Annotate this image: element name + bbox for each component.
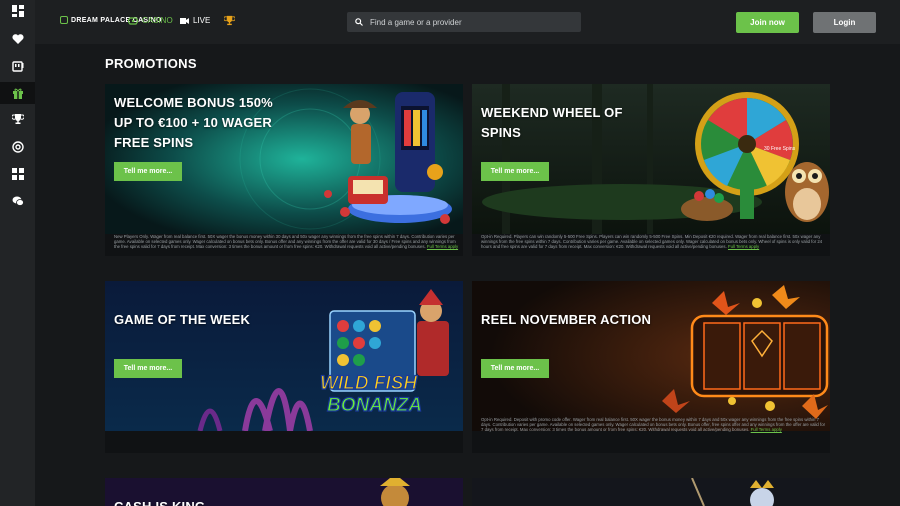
promo-title: WEEKEND WHEEL OF SPINS — [481, 103, 623, 143]
logo-mark-icon — [60, 16, 68, 24]
sidebar-item-categories[interactable] — [0, 163, 35, 185]
live-camera-icon — [180, 17, 189, 24]
grid-icon — [11, 168, 24, 180]
sidebar-item-roulette[interactable] — [0, 136, 35, 158]
promo-title-line: SPINS — [481, 125, 522, 140]
trophy-icon — [11, 114, 24, 124]
terms-text: Opt-in Required. Players can win randoml… — [481, 234, 823, 249]
promo-card-weekend-wheel[interactable]: 30 Free Spins WEEKEND WHEEL OF SPINS Tel… — [472, 84, 830, 256]
promo-card-welcome-bonus[interactable]: WELCOME BONUS 150% UP TO €100 + 10 WAGER… — [105, 84, 463, 256]
nav-live[interactable]: LIVE — [180, 16, 210, 25]
promo-terms: Opt-in Required. Deposit with promo code… — [481, 417, 826, 432]
full-terms-link[interactable]: Full Terms apply — [427, 244, 458, 249]
nav-tournaments[interactable] — [224, 15, 235, 26]
promo-card-game-of-the-week[interactable]: WILD FISH BONANZA GAME OF THE WEEK Tell … — [105, 281, 463, 453]
casino-icon — [128, 16, 138, 25]
game-search[interactable] — [347, 12, 581, 32]
tell-me-more-button[interactable]: Tell me more... — [481, 162, 549, 181]
wild-fish-logo-line2: BONANZA — [327, 395, 422, 416]
slot-machine-icon — [11, 61, 23, 72]
tell-me-more-button[interactable]: Tell me more... — [481, 359, 549, 378]
promo-terms: Opt-in Required. Players can win randoml… — [481, 234, 826, 249]
tell-me-more-button[interactable]: Tell me more... — [114, 359, 182, 378]
promo-title: CASH IS KING — [114, 497, 205, 506]
game-of-the-week-banner-image: WILD FISH BONANZA — [105, 281, 463, 431]
promo-card-reel-november-action[interactable]: REEL NOVEMBER ACTION Tell me more... Opt… — [472, 281, 830, 453]
promo-title: GAME OF THE WEEK — [114, 310, 250, 330]
promo-title: REEL NOVEMBER ACTION — [481, 310, 651, 330]
promo-title-line: GAME OF THE WEEK — [114, 312, 251, 327]
promo-terms: New Players Only. Wager from real balanc… — [114, 234, 459, 249]
trophy-icon — [224, 15, 235, 26]
sidebar-item-support[interactable] — [0, 190, 35, 212]
search-input[interactable] — [370, 17, 570, 27]
promo-card-cash-is-king[interactable]: CASH IS KING — [105, 478, 463, 506]
full-terms-link[interactable]: Full Terms apply — [751, 427, 782, 432]
sidebar-item-tournaments[interactable] — [0, 108, 35, 130]
sidebar-item-dashboard[interactable] — [0, 0, 35, 22]
gift-icon — [12, 88, 23, 99]
search-icon — [355, 18, 363, 26]
dashboard-icon — [11, 5, 24, 17]
page-title: PROMOTIONS — [105, 56, 197, 71]
promo-title-line: WEEKEND WHEEL OF — [481, 105, 623, 120]
login-button[interactable]: Login — [813, 12, 876, 33]
promo-title-line: CASH IS KING — [114, 497, 205, 506]
reel-november-banner-image — [472, 281, 830, 431]
promo-card-next[interactable] — [472, 478, 830, 506]
wild-fish-logo-line1: WILD FISH — [320, 373, 418, 394]
tell-me-more-button[interactable]: Tell me more... — [114, 162, 182, 181]
nav-live-label: LIVE — [193, 16, 211, 25]
top-bar: DREAM PALACE CASINO CASINO LIVE Join now… — [35, 0, 900, 44]
sidebar-item-slots[interactable] — [0, 55, 35, 77]
sidebar — [0, 0, 35, 506]
promo-title-line: REEL NOVEMBER ACTION — [481, 312, 652, 327]
target-icon — [11, 141, 24, 153]
sidebar-item-favorites[interactable] — [0, 28, 35, 50]
sidebar-item-promotions[interactable] — [0, 82, 35, 104]
wheel-segment-label: 30 Free Spins — [764, 146, 796, 152]
promo-title-line: WELCOME BONUS 150% — [114, 95, 273, 110]
nav-casino-label: CASINO — [142, 16, 173, 25]
full-terms-link[interactable]: Full Terms apply — [728, 244, 759, 249]
heart-icon — [11, 34, 24, 44]
join-now-button[interactable]: Join now — [736, 12, 799, 33]
nav-casino[interactable]: CASINO — [128, 16, 173, 25]
promo-title-line: UP TO €100 + 10 WAGER — [114, 115, 272, 130]
promo-title-line: FREE SPINS — [114, 135, 194, 150]
chat-icon — [12, 196, 24, 206]
terms-text: New Players Only. Wager from real balanc… — [114, 234, 456, 249]
promo-title: WELCOME BONUS 150% UP TO €100 + 10 WAGER… — [114, 93, 273, 153]
promo-banner-image — [472, 478, 830, 506]
